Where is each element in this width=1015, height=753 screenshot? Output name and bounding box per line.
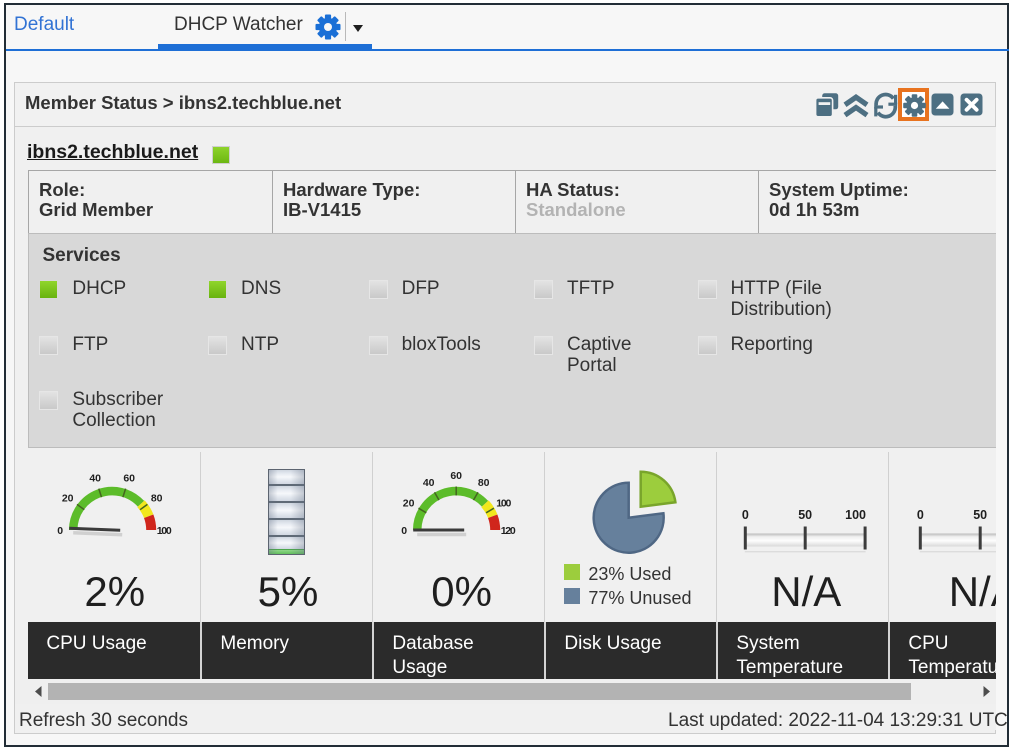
svg-text:120: 120	[501, 524, 516, 536]
svg-text:20: 20	[62, 492, 74, 504]
svg-text:40: 40	[423, 477, 435, 489]
svg-text:0: 0	[742, 508, 749, 522]
svg-text:100: 100	[497, 497, 512, 509]
svg-text:50: 50	[799, 508, 813, 522]
svg-text:100: 100	[157, 524, 172, 536]
svg-text:80: 80	[478, 477, 490, 489]
svg-text:50: 50	[973, 508, 987, 522]
svg-text:0: 0	[917, 508, 924, 522]
svg-text:60: 60	[451, 469, 463, 481]
svg-text:80: 80	[151, 492, 163, 504]
svg-text:0: 0	[402, 524, 408, 536]
svg-text:60: 60	[124, 472, 136, 484]
svg-text:40: 40	[90, 472, 102, 484]
svg-text:20: 20	[403, 497, 415, 509]
svg-text:100: 100	[846, 508, 867, 522]
svg-text:0: 0	[58, 524, 64, 536]
